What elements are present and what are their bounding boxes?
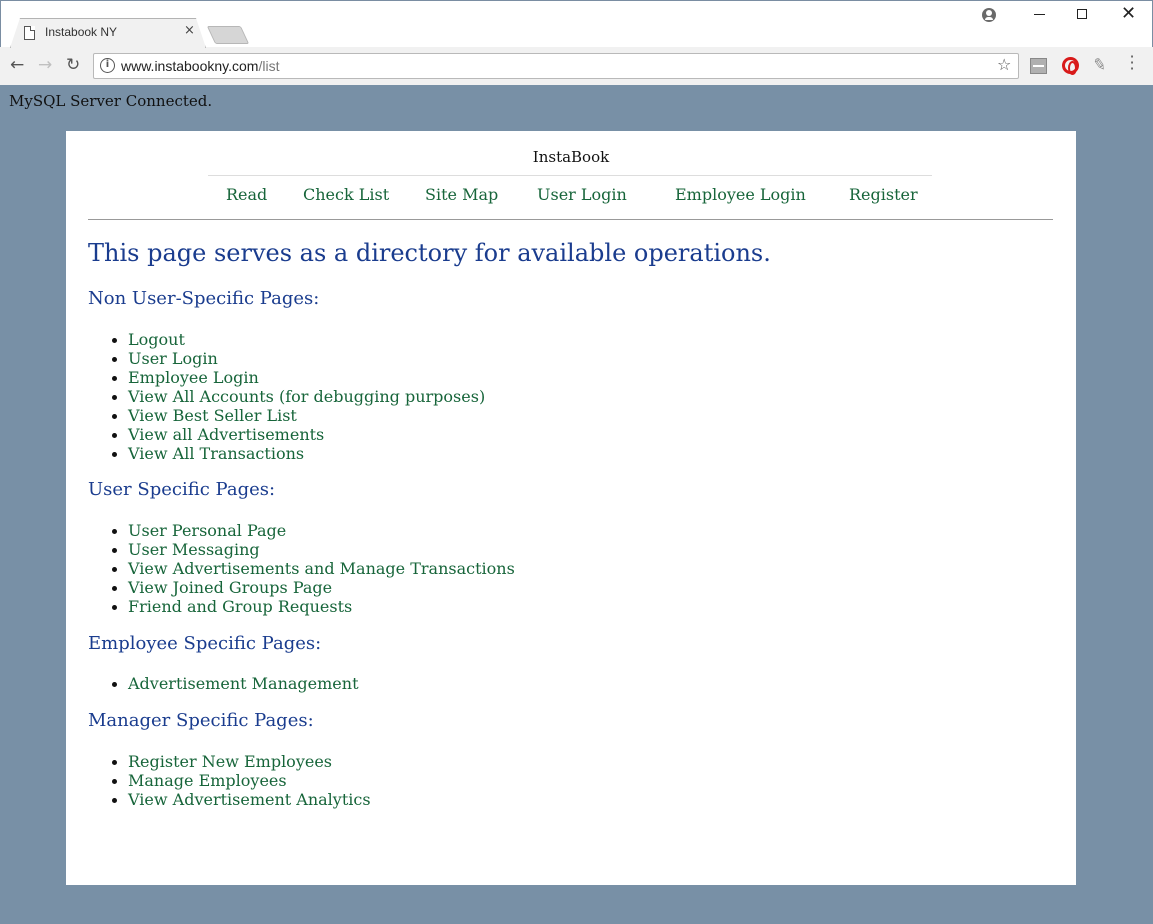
nav-read[interactable]: Read <box>226 185 267 204</box>
section-title: User Specific Pages: <box>88 479 276 500</box>
list-item: Manage Employees <box>88 771 371 790</box>
link-friend-group-requests[interactable]: Friend and Group Requests <box>128 597 352 616</box>
extension-icon[interactable] <box>1030 58 1047 74</box>
list-item: Logout <box>88 330 485 349</box>
list-item: Register New Employees <box>88 752 371 771</box>
tab-close-icon[interactable]: × <box>184 23 195 38</box>
opera-extension-icon[interactable] <box>1062 57 1079 75</box>
list-item: User Messaging <box>88 540 515 559</box>
nav-register[interactable]: Register <box>849 185 918 204</box>
url-path: /list <box>258 58 280 74</box>
list-item: Friend and Group Requests <box>88 597 515 616</box>
nav-employee-login[interactable]: Employee Login <box>675 185 806 204</box>
profile-icon[interactable] <box>982 8 996 22</box>
link-list: User Personal Page User Messaging View A… <box>88 521 515 616</box>
list-item: View All Accounts (for debugging purpose… <box>88 387 485 406</box>
divider <box>88 219 1053 220</box>
link-view-all-accounts[interactable]: View All Accounts (for debugging purpose… <box>128 387 485 406</box>
site-title: InstaBook <box>532 148 610 166</box>
link-advertisement-analytics[interactable]: View Advertisement Analytics <box>128 790 371 809</box>
divider <box>208 175 932 176</box>
menu-icon[interactable]: · · · <box>1129 49 1135 77</box>
nav-user-login[interactable]: User Login <box>537 185 627 204</box>
link-user-login[interactable]: User Login <box>128 349 218 368</box>
link-joined-groups[interactable]: View Joined Groups Page <box>128 578 332 597</box>
nav-check-list[interactable]: Check List <box>303 185 389 204</box>
list-item: View Joined Groups Page <box>88 578 515 597</box>
link-all-advertisements[interactable]: View all Advertisements <box>128 425 324 444</box>
section-title: Employee Specific Pages: <box>88 633 322 654</box>
link-logout[interactable]: Logout <box>128 330 185 349</box>
link-manage-transactions[interactable]: View Advertisements and Manage Transacti… <box>128 559 515 578</box>
list-item: Employee Login <box>88 368 485 387</box>
content-card: InstaBook Read Check List Site Map User … <box>66 131 1076 885</box>
url-host: www.instabookny.com <box>121 58 259 74</box>
list-item: User Personal Page <box>88 521 515 540</box>
link-list: Advertisement Management <box>88 674 359 693</box>
forward-arrow-icon[interactable]: → <box>38 55 52 75</box>
tab-title[interactable]: Instabook NY <box>45 25 117 39</box>
document-icon <box>24 26 35 40</box>
list-item: Advertisement Management <box>88 674 359 693</box>
list-item: View Best Seller List <box>88 406 485 425</box>
link-list: Register New Employees Manage Employees … <box>88 752 371 809</box>
list-item: User Login <box>88 349 485 368</box>
link-all-transactions[interactable]: View All Transactions <box>128 444 304 463</box>
nav-site-map[interactable]: Site Map <box>425 185 498 204</box>
link-user-personal-page[interactable]: User Personal Page <box>128 521 286 540</box>
info-icon[interactable]: i <box>100 58 115 73</box>
link-user-messaging[interactable]: User Messaging <box>128 540 260 559</box>
section-title: Non User-Specific Pages: <box>88 288 320 309</box>
section-title: Manager Specific Pages: <box>88 710 314 731</box>
status-message: MySQL Server Connected. <box>9 92 213 110</box>
list-item: View Advertisement Analytics <box>88 790 371 809</box>
link-employee-login[interactable]: Employee Login <box>128 368 259 387</box>
back-arrow-icon[interactable]: ← <box>10 55 24 75</box>
minimize-icon[interactable] <box>1034 14 1045 15</box>
list-item: View all Advertisements <box>88 425 485 444</box>
url-text[interactable]: www.instabookny.com/list <box>121 58 279 74</box>
link-list: Logout User Login Employee Login View Al… <box>88 330 485 463</box>
link-register-employees[interactable]: Register New Employees <box>128 752 332 771</box>
bookmark-star-icon[interactable]: ☆ <box>997 55 1011 74</box>
window-close-icon[interactable]: ✕ <box>1121 3 1136 24</box>
maximize-icon[interactable] <box>1077 9 1087 19</box>
list-item: View Advertisements and Manage Transacti… <box>88 559 515 578</box>
list-item: View All Transactions <box>88 444 485 463</box>
reload-icon[interactable]: ↻ <box>66 55 80 75</box>
link-advertisement-management[interactable]: Advertisement Management <box>128 674 359 693</box>
page-heading: This page serves as a directory for avai… <box>88 239 771 267</box>
browser-chrome: Instabook NY × ✕ ← → ↻ i www.instabookny… <box>0 0 1153 85</box>
link-best-seller-list[interactable]: View Best Seller List <box>128 406 297 425</box>
link-manage-employees[interactable]: Manage Employees <box>128 771 287 790</box>
